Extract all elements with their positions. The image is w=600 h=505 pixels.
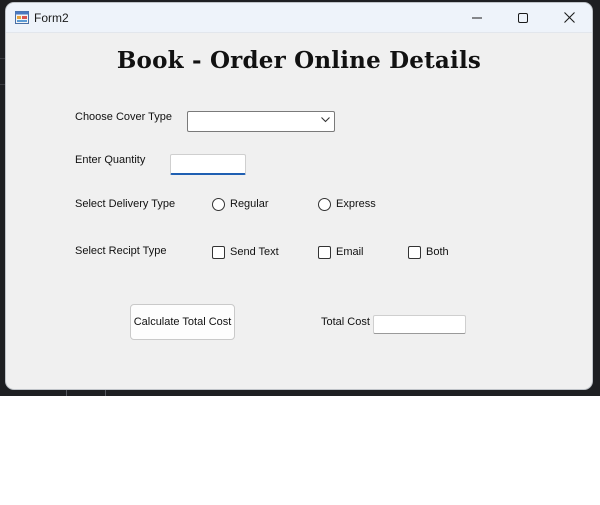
title-bar[interactable]: Form2 [6,3,592,33]
background-mark [66,390,67,396]
close-button[interactable] [546,3,592,32]
calculate-total-button[interactable]: Calculate Total Cost [130,304,235,340]
quantity-label: Enter Quantity [75,154,146,166]
minimize-button[interactable] [454,3,500,32]
cover-type-label: Choose Cover Type [75,111,173,123]
background-mark [105,390,106,396]
send-text-checkbox-label[interactable]: Send Text [230,246,279,258]
total-cost-field[interactable] [373,315,466,334]
page-title: Book - Order Online Details [116,47,482,74]
maximize-button[interactable] [500,3,546,32]
receipt-type-label: Select Recipt Type [75,245,167,257]
chevron-down-icon [321,117,330,123]
minimize-icon [472,17,482,18]
both-checkbox-label[interactable]: Both [426,246,449,258]
send-text-checkbox[interactable] [212,246,225,259]
form-window: Form2 Book - Order Online Details Choose… [6,3,592,389]
form-app-icon [15,11,29,24]
email-checkbox-label[interactable]: Email [336,246,364,258]
maximize-icon [518,12,528,23]
email-checkbox[interactable] [318,246,331,259]
regular-radio[interactable] [212,198,225,211]
delivery-type-label: Select Delivery Type [75,198,176,210]
window-title: Form2 [34,11,69,25]
regular-radio-label[interactable]: Regular [230,198,269,210]
quantity-field[interactable] [170,154,246,175]
cover-type-dropdown[interactable] [187,111,335,132]
express-radio-label[interactable]: Express [336,198,376,210]
express-radio[interactable] [318,198,331,211]
close-icon [563,12,575,23]
both-checkbox[interactable] [408,246,421,259]
total-cost-label: Total Cost [321,316,370,328]
